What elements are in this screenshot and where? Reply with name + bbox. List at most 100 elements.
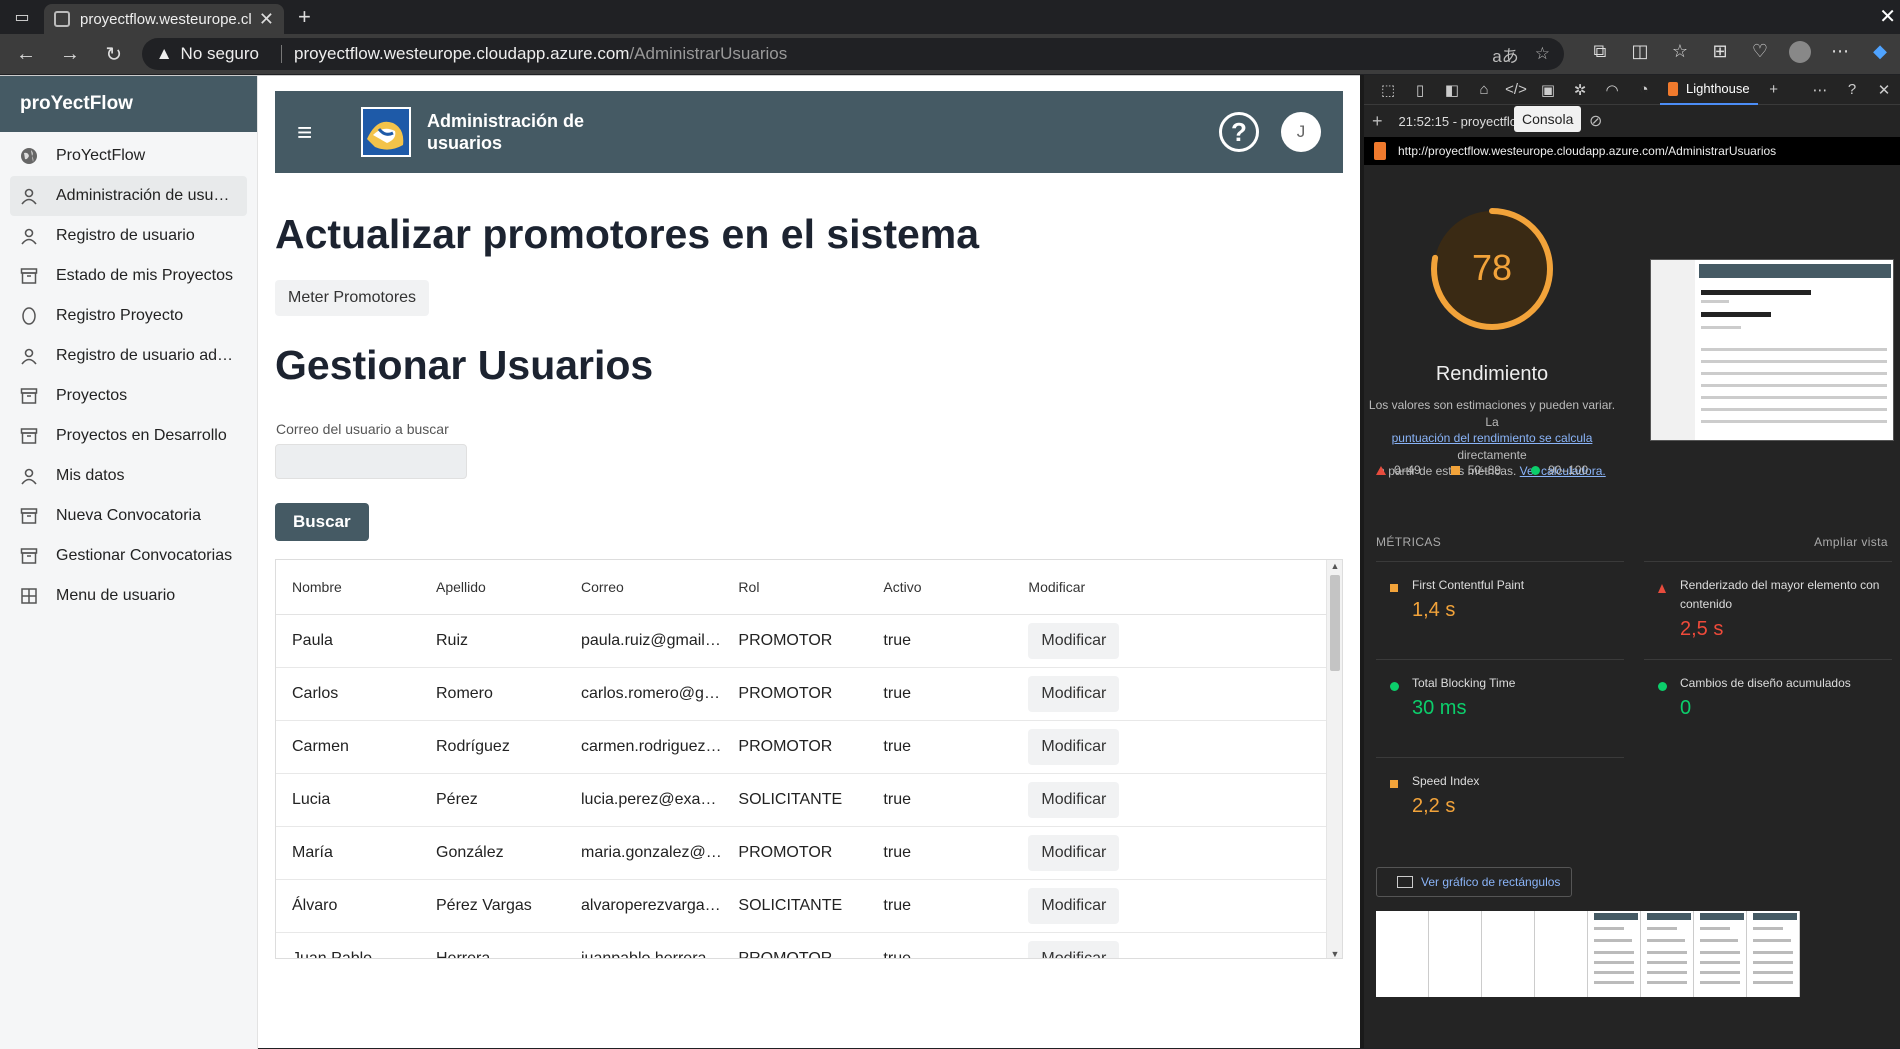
more-tools-icon[interactable]: ⋯ xyxy=(1804,81,1836,99)
read-aloud-icon[interactable]: aあ xyxy=(1492,42,1518,67)
treemap-button[interactable]: Ver gráfico de rectángulos xyxy=(1376,867,1572,897)
new-tab-icon[interactable]: + xyxy=(298,4,311,30)
clear-reports-icon[interactable]: ⊘ xyxy=(1589,111,1602,131)
sidebar-item-proyectos-desarrollo[interactable]: Proyectos en Desarrollo xyxy=(10,416,247,456)
sidebar-item-menu-usuario[interactable]: Menu de usuario xyxy=(10,576,247,616)
sidebar-item-admin-usuarios[interactable]: Administración de usu… xyxy=(10,176,247,216)
app-header: ≡ Administración de usuarios ? J xyxy=(275,91,1343,173)
filmstrip-frame[interactable] xyxy=(1747,911,1800,997)
favorite-star-icon[interactable]: ☆ xyxy=(1535,44,1550,64)
sidebar-item-gestionar-convocatorias[interactable]: Gestionar Convocatorias xyxy=(10,536,247,576)
more-menu-icon[interactable]: ⋯ xyxy=(1820,41,1860,68)
col-nombre[interactable]: Nombre xyxy=(276,560,420,615)
email-search-input[interactable] xyxy=(275,444,467,479)
close-tab-icon[interactable]: ✕ xyxy=(259,9,274,30)
table-row: Carmen Rodríguez carmen.rodriguez… PROMOTOR… xyxy=(276,720,1326,774)
favorites-icon[interactable]: ☆ xyxy=(1660,41,1700,68)
filmstrip-frame[interactable] xyxy=(1482,911,1535,997)
inspect-icon[interactable]: ⬚ xyxy=(1372,81,1404,99)
cell-correo: maria.gonzalez@… xyxy=(565,826,723,880)
modificar-button[interactable]: Modificar xyxy=(1028,834,1120,871)
tab-actions-icon[interactable]: ▭ xyxy=(0,0,44,34)
tab-lighthouse[interactable]: Lighthouse xyxy=(1660,75,1758,105)
home-icon[interactable]: ⌂ xyxy=(1468,81,1500,98)
filmstrip-frame[interactable] xyxy=(1694,911,1747,997)
forward-icon[interactable]: → xyxy=(48,43,92,66)
filmstrip-frame[interactable] xyxy=(1535,911,1588,997)
insecure-label[interactable]: No seguro xyxy=(181,44,259,64)
cell-modificar: Modificar xyxy=(1012,773,1326,827)
col-apellido[interactable]: Apellido xyxy=(420,560,565,615)
buscar-button[interactable]: Buscar xyxy=(275,503,369,541)
sidebar-item-registro-usuario[interactable]: Registro de usuario xyxy=(10,216,247,256)
collections-icon[interactable]: ⊞ xyxy=(1700,41,1740,68)
sidebar-toggle-icon[interactable]: ◧ xyxy=(1436,81,1468,99)
metric-name: Speed Index xyxy=(1412,774,1480,788)
scroll-up-icon[interactable]: ▲ xyxy=(1327,561,1342,571)
scroll-down-icon[interactable]: ▼ xyxy=(1327,949,1342,958)
performance-icon[interactable]: ♡ xyxy=(1740,41,1780,68)
network-icon[interactable]: ◠ xyxy=(1596,81,1628,99)
score-calc-link[interactable]: puntuación del rendimiento se calcula xyxy=(1392,431,1593,445)
col-correo[interactable]: Correo xyxy=(565,560,723,615)
cell-apellido: Pérez Vargas xyxy=(420,879,565,933)
filmstrip-frame[interactable] xyxy=(1641,911,1694,997)
tab-title: proyectflow.westeurope.cl xyxy=(80,10,252,28)
modificar-button[interactable]: Modificar xyxy=(1028,675,1120,712)
meter-promotores-button[interactable]: Meter Promotores xyxy=(275,280,430,316)
back-icon[interactable]: ← xyxy=(4,43,48,66)
user-avatar[interactable]: J xyxy=(1281,112,1321,152)
filmstrip-frame[interactable] xyxy=(1588,911,1641,997)
sidebar-item-registro-usuario-admin[interactable]: Registro de usuario ad… xyxy=(10,336,247,376)
sidebar-item-registro-proyecto[interactable]: Registro Proyecto xyxy=(10,296,247,336)
report-time[interactable]: 21:52:15 - proyectflo xyxy=(1399,114,1518,129)
hamburger-menu-icon[interactable]: ≡ xyxy=(297,117,337,148)
legend-fail: 0–49 xyxy=(1376,463,1421,477)
modificar-button[interactable]: Modificar xyxy=(1028,887,1120,924)
col-modificar[interactable]: Modificar xyxy=(1012,560,1326,615)
sidebar-item-proyectos[interactable]: Proyectos xyxy=(10,376,247,416)
col-activo[interactable]: Activo xyxy=(867,560,1013,615)
browser-tab[interactable]: proyectflow.westeurope.cl ✕ xyxy=(44,4,284,34)
cell-modificar: Modificar xyxy=(1012,879,1326,933)
url-field[interactable]: ▲ No seguro proyectflow.westeurope.cloud… xyxy=(141,38,1564,70)
profile-icon[interactable] xyxy=(1780,40,1820,68)
device-icon[interactable]: ▯ xyxy=(1404,81,1436,99)
filmstrip-frame[interactable] xyxy=(1429,911,1482,997)
filmstrip-frame[interactable] xyxy=(1376,911,1429,997)
performance-icon[interactable]: ◔ xyxy=(1628,81,1660,98)
warning-icon[interactable]: ▲ xyxy=(156,44,173,64)
search-label: Correo del usuario a buscar xyxy=(276,421,449,437)
extensions-icon[interactable]: ⧉ xyxy=(1580,41,1620,68)
sidebar-brand[interactable]: proYectFlow xyxy=(0,76,257,132)
table-scrollbar[interactable]: ▲ ▼ xyxy=(1326,560,1342,958)
elements-icon[interactable]: </> xyxy=(1500,81,1532,98)
modificar-button[interactable]: Modificar xyxy=(1028,622,1120,659)
score-legend: 0–49 50–89 90–100 xyxy=(1376,463,1618,477)
expand-view-toggle[interactable]: Ampliar vista xyxy=(1814,535,1888,549)
sidebar-item-proyectflow[interactable]: ProYectFlow xyxy=(10,136,247,176)
debug-icon[interactable]: ✲ xyxy=(1564,81,1596,99)
sidebar-item-estado-proyectos[interactable]: Estado de mis Proyectos xyxy=(10,256,247,296)
help-circle-icon[interactable]: ? xyxy=(1836,81,1868,98)
sidebar-item-nueva-convocatoria[interactable]: Nueva Convocatoria xyxy=(10,496,247,536)
sidebar-item-mis-datos[interactable]: Mis datos xyxy=(10,456,247,496)
modificar-button[interactable]: Modificar xyxy=(1028,781,1120,818)
window-close-icon[interactable]: ✕ xyxy=(1879,4,1896,29)
final-screenshot-thumbnail[interactable] xyxy=(1650,259,1894,441)
help-icon[interactable]: ? xyxy=(1219,112,1259,152)
scrollbar-thumb[interactable] xyxy=(1330,575,1340,671)
modificar-button[interactable]: Modificar xyxy=(1028,940,1120,958)
add-tab-icon[interactable]: + xyxy=(1758,81,1790,98)
cell-rol: PROMOTOR xyxy=(722,932,868,958)
copilot-icon[interactable]: ◆ xyxy=(1860,41,1900,68)
new-report-icon[interactable]: + xyxy=(1372,111,1383,132)
sidebar-item-label: ProYectFlow xyxy=(56,147,146,164)
close-devtools-icon[interactable]: ✕ xyxy=(1868,81,1900,99)
modificar-button[interactable]: Modificar xyxy=(1028,728,1120,765)
col-rol[interactable]: Rol xyxy=(722,560,868,615)
console-icon[interactable]: ▣ xyxy=(1532,81,1564,99)
cell-nombre: Juan Pablo xyxy=(276,932,420,958)
split-screen-icon[interactable]: ◫ xyxy=(1620,41,1660,68)
reload-icon[interactable]: ↻ xyxy=(92,42,136,67)
